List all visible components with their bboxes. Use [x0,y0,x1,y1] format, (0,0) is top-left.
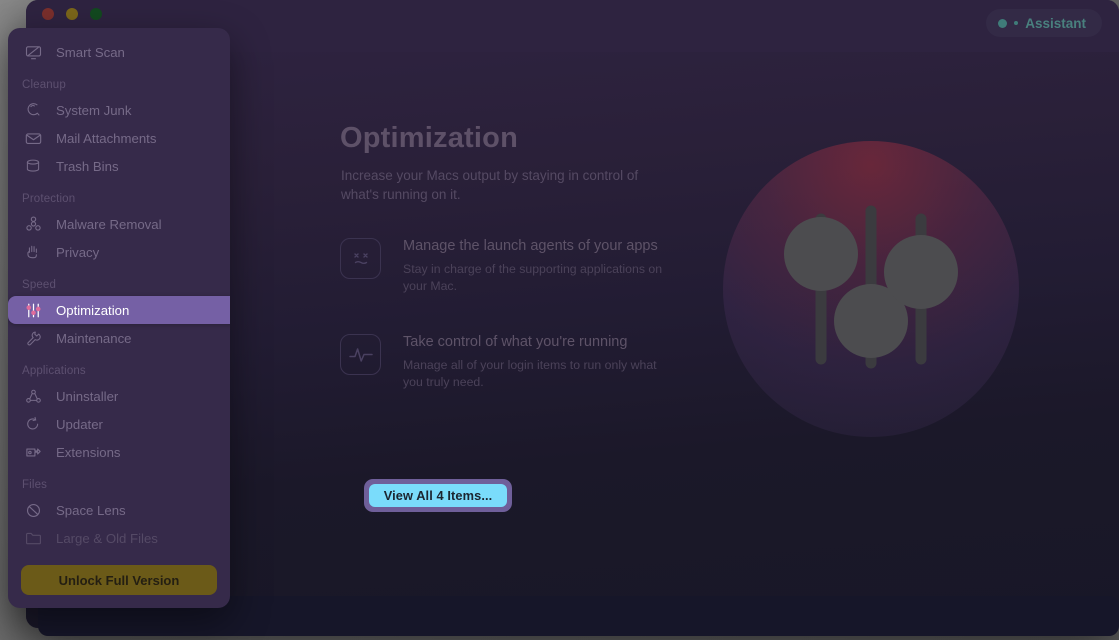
sidebar-item-uninstaller[interactable]: Uninstaller [8,382,230,410]
sidebar-item-label: Malware Removal [56,216,162,232]
sidebar-item-label: Large & Old Files [56,530,158,546]
space-lens-icon [24,501,42,519]
sliders-icon [24,301,42,319]
envelope-icon [24,129,42,147]
sidebar-item-updater[interactable]: Updater [8,410,230,438]
unlock-full-version-button[interactable]: Unlock Full Version [21,565,217,595]
sidebar-item-extensions[interactable]: Extensions [8,438,230,466]
minimize-button[interactable] [66,8,78,20]
monitor-scan-icon [24,43,42,61]
refresh-arrow-icon [24,415,42,433]
feature-title: Manage the launch agents of your apps [403,238,658,254]
sidebar-item-label: Extensions [56,444,121,460]
sidebar-item-label: Space Lens [56,502,126,518]
view-all-items-focus-ring: View All 4 Items... [364,479,512,512]
sidebar-item-label: Mail Attachments [56,130,157,146]
pulse-waveform-icon [340,334,381,375]
sidebar-item-label: Privacy [56,244,100,260]
sidebar-item-large-and-old-files[interactable]: Large & Old Files [8,524,230,552]
assistant-small-dot [1014,21,1019,25]
feature-description: Manage all of your login items to run on… [403,358,657,389]
sidebar-item-label: System Junk [56,102,132,118]
page-title: Optimization [340,122,519,154]
folder-icon [24,529,42,547]
uninstall-icon [24,387,42,405]
sidebar-group-speed: Speed [22,279,57,291]
sidebar-group-protection: Protection [22,193,76,205]
sidebar-group-cleanup: Cleanup [22,79,66,91]
sidebar-item-smart-scan[interactable]: Smart Scan [8,38,230,66]
dead-face-icon [340,238,381,279]
assistant-label: Assistant [1025,15,1086,31]
broom-icon [24,101,42,119]
feature-row: Manage the launch agents of your apps St… [340,238,673,295]
sidebar-item-label: Trash Bins [56,158,119,174]
sidebar-item-privacy[interactable]: Privacy [8,238,230,266]
sidebar-item-space-lens[interactable]: Space Lens [8,496,230,524]
view-all-items-button[interactable]: View All 4 Items... [369,484,507,507]
biohazard-icon [24,215,42,233]
sidebar-item-label: Uninstaller [56,388,119,404]
hand-icon [24,243,42,261]
feature-text: Take control of what you're running Mana… [403,334,673,391]
feature-title: Take control of what you're running [403,334,628,350]
sidebar-group-applications: Applications [22,365,86,377]
zoom-button[interactable] [90,8,102,20]
window-controls [42,8,102,20]
sidebar-group-files: Files [22,479,48,491]
sidebar-item-mail-attachments[interactable]: Mail Attachments [8,124,230,152]
wrench-icon [24,329,42,347]
sidebar-item-label: Optimization [56,302,130,318]
equalizer-sliders-circle-icon [723,141,1019,437]
puzzle-piece-icon [24,443,42,461]
assistant-button[interactable]: Assistant [986,9,1102,37]
sidebar-item-label: Maintenance [56,330,132,346]
feature-description: Stay in charge of the supporting applica… [403,262,663,293]
assistant-status-dot [998,18,1008,28]
sidebar-item-optimization[interactable]: Optimization [8,296,230,324]
sidebar-item-label: Updater [56,416,103,432]
trash-bin-icon [24,157,42,175]
sidebar-item-system-junk[interactable]: System Junk [8,96,230,124]
close-button[interactable] [42,8,54,20]
feature-row: Take control of what you're running Mana… [340,334,673,391]
sidebar: Smart Scan Cleanup System Junk Mail Atta… [8,28,230,608]
sidebar-item-maintenance[interactable]: Maintenance [8,324,230,352]
sidebar-item-malware-removal[interactable]: Malware Removal [8,210,230,238]
page-subtitle: Increase your Macs output by staying in … [341,168,639,202]
sidebar-item-trash-bins[interactable]: Trash Bins [8,152,230,180]
sidebar-item-label: Smart Scan [56,44,125,60]
feature-text: Manage the launch agents of your apps St… [403,238,673,295]
